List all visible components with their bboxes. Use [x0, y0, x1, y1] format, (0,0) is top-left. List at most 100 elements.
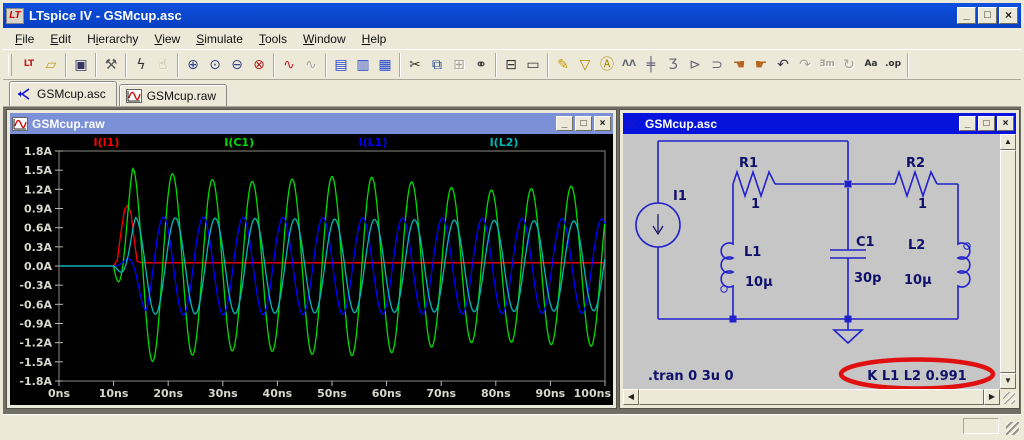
inductor-button[interactable]: Ʒ: [662, 53, 684, 77]
scroll-up-arrow[interactable]: ▲: [1000, 134, 1016, 150]
zoom-in-button[interactable]: ⊕: [182, 53, 204, 77]
resistor-button[interactable]: ΛΛ: [618, 53, 640, 77]
rotate-icon: ↻: [843, 58, 855, 72]
rotate-button[interactable]: ↻: [838, 53, 860, 77]
cascade-windows-icon: ▦: [378, 58, 391, 72]
close-button[interactable]: ×: [999, 7, 1018, 24]
waveform-maximize-button[interactable]: □: [575, 116, 592, 131]
spice-directive-button[interactable]: .op: [882, 53, 904, 77]
tab-gsmcup-raw[interactable]: GSMcup.raw: [119, 84, 227, 106]
menu-view[interactable]: View: [146, 30, 188, 48]
menu-help[interactable]: Help: [354, 30, 395, 48]
menu-file[interactable]: File: [7, 30, 42, 48]
svg-text:0.3A: 0.3A: [24, 241, 52, 254]
component-icon: ⊃: [711, 58, 723, 72]
tile-horizontally-button[interactable]: ▤: [330, 53, 352, 77]
waveform-window: GSMcup.raw _ □ × 0ns10ns20ns30ns40ns50ns…: [7, 110, 616, 408]
net-label-button[interactable]: Ⓐ: [596, 53, 618, 77]
tile-horizontally-icon: ▤: [334, 58, 347, 72]
paste-button[interactable]: ⊞: [448, 53, 470, 77]
menu-tools[interactable]: Tools: [251, 30, 295, 48]
mirror-button[interactable]: Ǝm: [816, 53, 838, 77]
cascade-windows-button[interactable]: ▦: [374, 53, 396, 77]
waveform-minimize-button[interactable]: _: [556, 116, 573, 131]
waveform-window-titlebar[interactable]: GSMcup.raw _ □ ×: [10, 113, 613, 134]
tile-vertically-button[interactable]: ▥: [352, 53, 374, 77]
capacitor-button[interactable]: ╪: [640, 53, 662, 77]
scroll-right-arrow[interactable]: ▶: [984, 389, 1000, 405]
new-schematic-button[interactable]: LT: [18, 53, 40, 77]
open-icon: ▱: [46, 58, 57, 72]
print-button[interactable]: ▭: [522, 53, 544, 77]
maximize-button[interactable]: □: [978, 7, 997, 24]
menu-simulate[interactable]: Simulate: [188, 30, 251, 48]
schematic-close-button[interactable]: ×: [997, 116, 1014, 131]
zoom-box-button[interactable]: ⊙: [204, 53, 226, 77]
vertical-scroll-thumb[interactable]: [1000, 150, 1016, 373]
resistor-icon: ΛΛ: [622, 60, 636, 69]
zoom-out-icon: ⊖: [231, 58, 243, 72]
draw-wire-icon: ✎: [557, 58, 569, 72]
toolbar-gripper[interactable]: [8, 54, 12, 76]
zoom-full-extents-button[interactable]: ⊗: [248, 53, 270, 77]
svg-text:-1.5A: -1.5A: [19, 356, 52, 369]
window-titlebar[interactable]: LT LTspice IV - GSMcup.asc _ □ ×: [3, 3, 1021, 28]
menu-window[interactable]: Window: [295, 30, 354, 48]
print-preview-button[interactable]: ⊟: [500, 53, 522, 77]
autorange-waveform-button[interactable]: ∿: [278, 53, 300, 77]
move-button[interactable]: ☚: [728, 53, 750, 77]
svg-text:100ns: 100ns: [574, 387, 612, 400]
schematic-minimize-button[interactable]: _: [959, 116, 976, 131]
run-button[interactable]: ϟ: [130, 53, 152, 77]
cut-button[interactable]: ✂: [404, 53, 426, 77]
tab-label: GSMcup.asc: [37, 87, 106, 101]
save-button[interactable]: ▣: [70, 53, 92, 77]
svg-text:60ns: 60ns: [372, 387, 402, 400]
component-button[interactable]: ⊃: [706, 53, 728, 77]
menu-hierarchy[interactable]: Hierarchy: [79, 30, 146, 48]
scroll-down-arrow[interactable]: ▼: [1000, 373, 1016, 389]
toolbar-group: ▤ ▥ ▦: [327, 53, 400, 77]
waveform-plot-area[interactable]: 0ns10ns20ns30ns40ns50ns60ns70ns80ns90ns1…: [10, 134, 613, 405]
ltspice-logo-icon: LT: [6, 8, 24, 24]
undo-button[interactable]: ↶: [772, 53, 794, 77]
text-button[interactable]: Aa: [860, 53, 882, 77]
svg-text:R1: R1: [739, 156, 758, 171]
resize-grip[interactable]: [1006, 422, 1019, 435]
halt-button[interactable]: ☝: [152, 53, 174, 77]
open-button[interactable]: ▱: [40, 53, 62, 77]
draw-wire-button[interactable]: ✎: [552, 53, 574, 77]
svg-text:1.5A: 1.5A: [24, 164, 52, 177]
minimize-button[interactable]: _: [957, 7, 976, 24]
svg-text:10µ: 10µ: [904, 273, 932, 288]
schematic-maximize-button[interactable]: □: [978, 116, 995, 131]
drag-button[interactable]: ☛: [750, 53, 772, 77]
svg-text:-0.6A: -0.6A: [19, 298, 52, 311]
copy-button[interactable]: ⧉: [426, 53, 448, 77]
plot-settings-button[interactable]: ∿: [300, 53, 322, 77]
control-panel-button[interactable]: ⚒: [100, 53, 122, 77]
diode-button[interactable]: ⊳: [684, 53, 706, 77]
scroll-left-arrow[interactable]: ◀: [623, 389, 639, 405]
svg-text:1.2A: 1.2A: [24, 183, 52, 196]
svg-text:I(L1): I(L1): [359, 136, 388, 149]
schematic-window-titlebar[interactable]: GSMcup.asc _ □ ×: [623, 113, 1016, 134]
zoom-out-button[interactable]: ⊖: [226, 53, 248, 77]
halt-icon: ☝: [159, 58, 168, 72]
tab-gsmcup-asc[interactable]: GSMcup.asc: [9, 81, 117, 106]
menu-edit[interactable]: Edit: [42, 30, 79, 48]
waveform-close-button[interactable]: ×: [594, 116, 611, 131]
redo-button[interactable]: ↷: [794, 53, 816, 77]
scrollbar-corner-resize-grip[interactable]: [1000, 389, 1016, 405]
ground-button[interactable]: ▽: [574, 53, 596, 77]
print-icon: ▭: [526, 58, 539, 72]
schematic-horizontal-scrollbar[interactable]: ◀ ▶: [623, 389, 1000, 405]
horizontal-scroll-thumb[interactable]: [639, 389, 984, 405]
svg-text:K L1 L2 0.991: K L1 L2 0.991: [867, 369, 966, 384]
run-icon: ϟ: [136, 58, 145, 72]
schematic-vertical-scrollbar[interactable]: ▲ ▼: [1000, 134, 1016, 389]
toolbar-group: ✂⧉⊞⚭: [401, 53, 496, 77]
toolbar-group: ✎ ▽Ⓐ ΛΛ ╪Ʒ⊳ ⊃ ☚☛↶↷Ǝm ↻ Aa.op: [549, 53, 908, 77]
schematic-canvas[interactable]: I1R11R21C130pL110µL210µ.tran 0 3u 0K L1 …: [623, 134, 1000, 389]
find-button[interactable]: ⚭: [470, 53, 492, 77]
